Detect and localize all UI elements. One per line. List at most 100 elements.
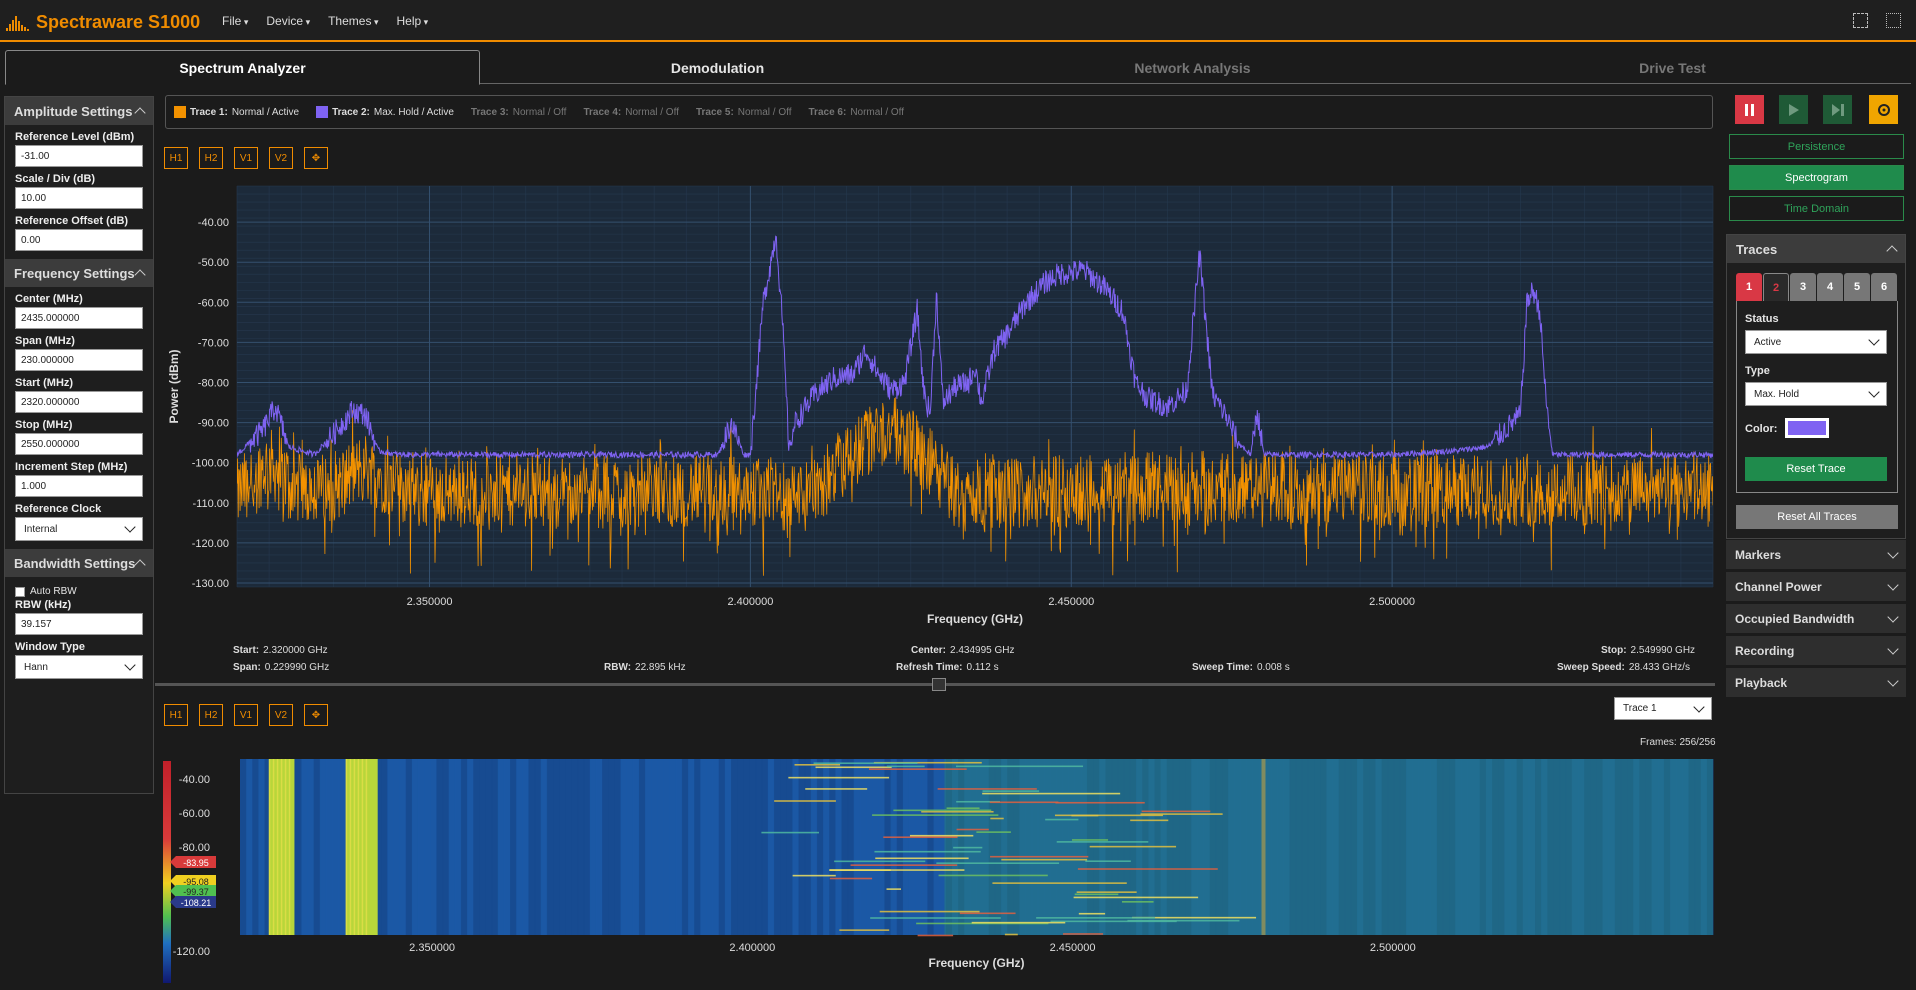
panel-channel-power[interactable]: Channel Power [1726, 572, 1906, 602]
burst-line [1045, 818, 1079, 821]
trace-legend-2[interactable]: Trace 2: Max. Hold / Active [316, 106, 454, 118]
trace-legend-6[interactable]: Trace 6: Normal / Off [809, 107, 905, 118]
panel-markers[interactable]: Markers [1726, 540, 1906, 570]
frequency-settings-header[interactable]: Frequency Settings [5, 259, 153, 287]
spectrogram-chart[interactable]: 2.350000 2.400000 2.450000 2.500000 Frequenc… [160, 752, 1720, 988]
spectrogram-trace-select[interactable]: Trace 1 [1614, 697, 1712, 720]
trace-tab-3[interactable]: 3 [1790, 273, 1816, 301]
stop-label: Stop (MHz) [15, 419, 73, 431]
menu-help[interactable]: Help [396, 14, 428, 28]
trace-state: Normal / Active [231, 106, 300, 118]
trace-tab-6[interactable]: 6 [1871, 273, 1897, 301]
span-input[interactable] [15, 349, 143, 371]
panel-recording[interactable]: Recording [1726, 636, 1906, 666]
trace-legend-3[interactable]: Trace 3: Normal / Off [471, 107, 567, 118]
burst-line [1085, 860, 1131, 863]
menu-themes[interactable]: Themes [328, 14, 378, 28]
y-tick-label: -110.00 [193, 498, 230, 510]
x-axis-label: Frequency (GHz) [927, 612, 1023, 626]
play-icon [1788, 103, 1799, 116]
scale-input[interactable] [15, 187, 143, 209]
chevron-down-icon [1887, 674, 1899, 687]
spectrum-v1-button[interactable]: V1 [234, 147, 258, 169]
trace-legend-5[interactable]: Trace 5: Normal / Off [696, 107, 792, 118]
y-tick-label: -50.00 [198, 257, 229, 269]
rbw-input[interactable] [15, 613, 143, 635]
trace-tab-5[interactable]: 5 [1844, 273, 1870, 301]
menu-device[interactable]: Device [266, 14, 310, 28]
trace-legend-4[interactable]: Trace 4: Normal / Off [583, 107, 679, 118]
panel-occupied-bandwidth[interactable]: Occupied Bandwidth [1726, 604, 1906, 634]
auto-rbw-checkbox[interactable] [15, 586, 25, 597]
burst-line [1121, 901, 1154, 903]
time-domain-button[interactable]: Time Domain [1729, 196, 1904, 221]
trace-state: Max. Hold / Active [373, 106, 454, 118]
spectrogram-button[interactable]: Spectrogram [1729, 165, 1904, 190]
status-select[interactable]: Active [1745, 330, 1887, 354]
info-sweep-time: Sweep Time: 0.008 s [1192, 662, 1290, 673]
spectrogram-move-icon[interactable]: ✥ [304, 704, 328, 726]
trace-tab-2[interactable]: 2 [1763, 273, 1789, 301]
spectrum-v2-button[interactable]: V2 [269, 147, 293, 169]
tab-drive-test[interactable]: Drive Test [1435, 50, 1910, 85]
color-swatch[interactable] [1785, 418, 1829, 438]
burst-line [1141, 810, 1211, 813]
splitter-handle-icon[interactable] [932, 678, 946, 691]
stop-input[interactable] [15, 433, 143, 455]
menu-file[interactable]: File [222, 14, 248, 28]
step-button[interactable] [1823, 95, 1852, 124]
spectrogram-v1-button[interactable]: V1 [234, 704, 258, 726]
trace-tab-1[interactable]: 1 [1736, 273, 1762, 301]
panel-playback[interactable]: Playback [1726, 668, 1906, 698]
reset-all-traces-button[interactable]: Reset All Traces [1736, 505, 1898, 529]
tab-network-analysis[interactable]: Network Analysis [955, 50, 1430, 85]
window-type-select[interactable]: Hann [15, 655, 143, 679]
spectrogram-h2-button[interactable]: H2 [199, 704, 223, 726]
trace-legend-1[interactable]: Trace 1: Normal / Active [174, 106, 299, 118]
burst-line [1062, 933, 1104, 935]
fullscreen-icon[interactable] [1886, 13, 1901, 28]
tab-demodulation[interactable]: Demodulation [480, 50, 955, 85]
spectrum-h2-button[interactable]: H2 [199, 147, 223, 169]
burst-line [1071, 839, 1109, 841]
color-scale-marker[interactable]: -83.95 [170, 856, 216, 868]
spectrogram-h1-button[interactable]: H1 [164, 704, 188, 726]
svg-text:-108.21: -108.21 [181, 898, 212, 908]
persistence-button[interactable]: Persistence [1729, 134, 1904, 159]
ref-level-input[interactable] [15, 145, 143, 167]
refresh-button[interactable] [1869, 95, 1898, 124]
trace-state: Normal / Off [737, 106, 792, 118]
spectrum-chart[interactable]: -40.00 -50.00 -60.00 -70.00 -80.00 -90.00 -100… [160, 180, 1720, 640]
center-label: Center (MHz) [15, 293, 83, 305]
type-select[interactable]: Max. Hold [1745, 382, 1887, 406]
step-input[interactable] [15, 475, 143, 497]
selection-icon[interactable] [1853, 13, 1868, 28]
pause-button[interactable] [1735, 95, 1764, 124]
reset-trace-button[interactable]: Reset Trace [1745, 457, 1887, 481]
start-input[interactable] [15, 391, 143, 413]
trace-tab-4[interactable]: 4 [1817, 273, 1843, 301]
offset-input[interactable] [15, 229, 143, 251]
span-label: Span (MHz) [15, 335, 75, 347]
spectrogram-v2-button[interactable]: V2 [269, 704, 293, 726]
burst-line [1004, 933, 1018, 936]
step-forward-icon [1831, 103, 1844, 116]
chevron-down-icon [1887, 610, 1899, 623]
center-input[interactable] [15, 307, 143, 329]
spectrum-move-icon[interactable]: ✥ [304, 147, 328, 169]
bandwidth-settings-header[interactable]: Bandwidth Settings [5, 549, 153, 577]
color-scale-marker[interactable]: -99.37 [170, 885, 216, 897]
amplitude-settings-header[interactable]: Amplitude Settings [5, 97, 153, 125]
reference-clock-select[interactable]: Internal [15, 517, 143, 541]
spectrum-h1-button[interactable]: H1 [164, 147, 188, 169]
trace-state: Normal / Off [512, 106, 567, 118]
play-button[interactable] [1779, 95, 1808, 124]
chevron-up-icon [1886, 245, 1898, 257]
burst-line [1076, 891, 1137, 893]
color-scale-marker[interactable]: -108.21 [170, 896, 216, 908]
trace-state: Normal / Off [625, 106, 679, 118]
burst-line [813, 762, 918, 765]
tab-spectrum-analyzer[interactable]: Spectrum Analyzer [5, 50, 480, 85]
traces-header[interactable]: Traces [1727, 235, 1905, 263]
x-tick-label: 2.450000 [1048, 596, 1094, 608]
